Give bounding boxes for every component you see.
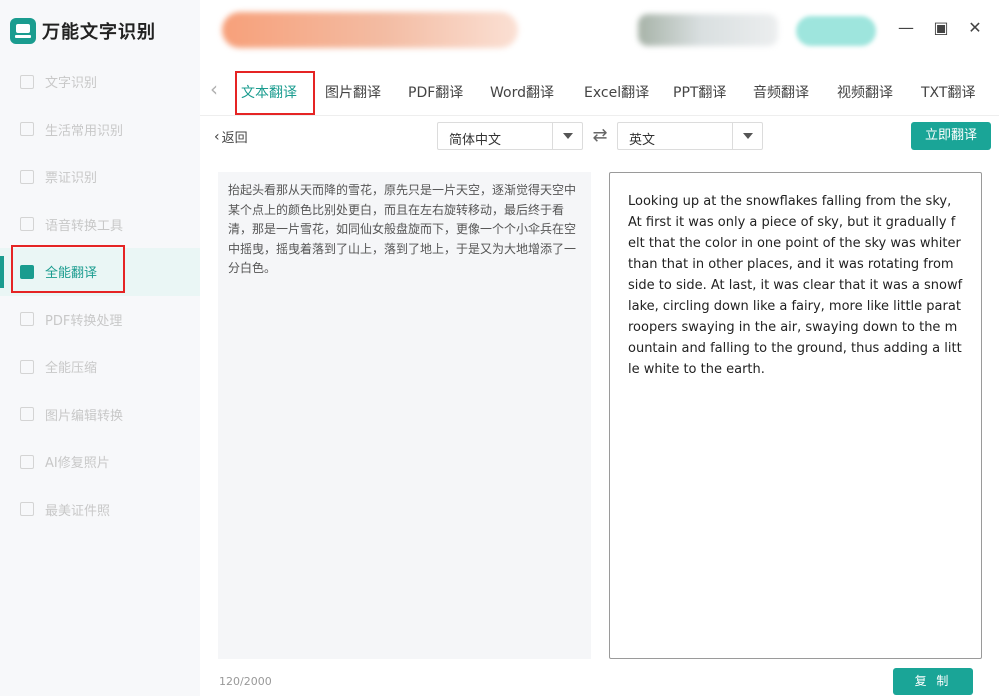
translate-now-button[interactable]: 立即翻译 (911, 122, 991, 150)
sidebar-item-label: 最美证件照 (45, 503, 111, 519)
maximize-icon[interactable]: ▣ (932, 19, 950, 37)
translation-result: Looking up at the snowflakes falling fro… (609, 172, 982, 659)
sidebar-item-label: 票证识别 (45, 171, 98, 187)
translate-tabs: ‹ 文本翻译 图片翻译 PDF翻译 Word翻译 Excel翻译 PPT翻译 音… (200, 68, 999, 116)
swap-languages-icon[interactable]: ⇄ (590, 126, 610, 146)
back-label: 返回 (221, 131, 248, 146)
tab-pdf-translate[interactable]: PDF翻译 (408, 82, 463, 102)
tab-image-translate[interactable]: 图片翻译 (325, 82, 381, 102)
pdf-icon (20, 312, 34, 327)
chevron-down-icon (732, 123, 762, 149)
sidebar-item-label: 全能翻译 (45, 266, 98, 282)
sidebar-item-ai-photo[interactable]: AI修复照片 (0, 438, 200, 486)
tab-video-translate[interactable]: 视频翻译 (837, 82, 893, 102)
sidebar-item-text-ocr[interactable]: 文字识别 (0, 58, 200, 106)
app-title: 万能文字识别 (42, 22, 156, 43)
sidebar-item-voice-tools[interactable]: 语音转换工具 (0, 201, 200, 249)
close-icon[interactable]: ✕ (966, 19, 984, 37)
sidebar: 万能文字识别 文字识别 生活常用识别 票证识别 语音转换工具 全能翻译 PDF转… (0, 0, 200, 696)
tab-prev-icon[interactable]: ‹ (210, 79, 226, 99)
sidebar-item-label: AI修复照片 (45, 456, 110, 472)
tab-ppt-translate[interactable]: PPT翻译 (673, 82, 726, 102)
header-banner-blurred (222, 12, 518, 48)
target-language-value: 英文 (629, 133, 656, 148)
sidebar-item-life-ocr[interactable]: 生活常用识别 (0, 106, 200, 154)
target-language-select[interactable]: 英文 (617, 122, 763, 150)
header-account-blurred (638, 14, 778, 46)
tab-audio-translate[interactable]: 音频翻译 (753, 82, 809, 102)
minimize-icon[interactable]: — (897, 19, 915, 37)
header-upgrade-blurred (796, 16, 876, 46)
char-counter: 120/2000 (219, 675, 272, 688)
back-button[interactable]: ‹ 返回 (214, 127, 248, 147)
translate-icon (20, 264, 34, 279)
sidebar-item-id-photo[interactable]: 最美证件照 (0, 486, 200, 534)
ticket-scan-icon (20, 169, 34, 184)
app-logo-icon (10, 18, 36, 44)
tab-excel-translate[interactable]: Excel翻译 (584, 82, 649, 102)
copy-button[interactable]: 复 制 (893, 668, 973, 695)
source-text-input[interactable]: 抬起头看那从天而降的雪花，原先只是一片天空，逐渐觉得天空中某个点上的颜色比别处更… (218, 172, 591, 659)
source-language-select[interactable]: 简体中文 (437, 122, 583, 150)
source-language-value: 简体中文 (449, 133, 502, 148)
tab-txt-translate[interactable]: TXT翻译 (921, 82, 975, 102)
sidebar-item-label: 全能压缩 (45, 361, 98, 377)
scan-text-icon (20, 74, 34, 89)
sidebar-item-label: 图片编辑转换 (45, 408, 124, 424)
sidebar-item-pdf[interactable]: PDF转换处理 (0, 296, 200, 344)
sidebar-item-image-edit[interactable]: 图片编辑转换 (0, 391, 200, 439)
chevron-down-icon (552, 123, 582, 149)
sidebar-item-label: 文字识别 (45, 76, 98, 92)
ai-photo-icon (20, 454, 34, 469)
image-edit-icon (20, 407, 34, 422)
sidebar-nav: 文字识别 生活常用识别 票证识别 语音转换工具 全能翻译 PDF转换处理 全能压… (0, 58, 200, 533)
scan-life-icon (20, 122, 34, 137)
app-window: 万能文字识别 文字识别 生活常用识别 票证识别 语音转换工具 全能翻译 PDF转… (0, 0, 999, 696)
sidebar-item-translate[interactable]: 全能翻译 (0, 248, 200, 296)
sidebar-item-ticket-ocr[interactable]: 票证识别 (0, 153, 200, 201)
sidebar-item-label: 生活常用识别 (45, 123, 124, 139)
sidebar-item-label: 语音转换工具 (45, 218, 124, 234)
tab-word-translate[interactable]: Word翻译 (490, 82, 554, 102)
voice-icon (20, 217, 34, 232)
chevron-left-icon: ‹ (214, 128, 220, 145)
compress-icon (20, 359, 34, 374)
sidebar-item-compress[interactable]: 全能压缩 (0, 343, 200, 391)
id-photo-icon (20, 502, 34, 517)
sidebar-item-label: PDF转换处理 (45, 313, 123, 329)
brand: 万能文字识别 (10, 16, 156, 46)
tab-text-translate[interactable]: 文本翻译 (241, 82, 297, 102)
